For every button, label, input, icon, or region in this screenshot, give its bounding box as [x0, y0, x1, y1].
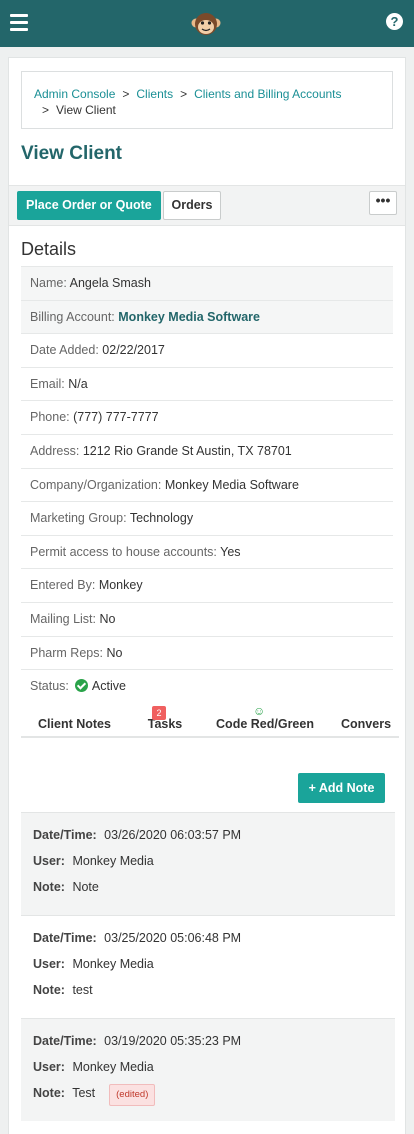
tab-tasks[interactable]: 2 Tasks	[142, 704, 188, 736]
detail-row-phone: Phone: (777) 777-7777	[21, 400, 393, 434]
detail-row-entered-by: Entered By: Monkey	[21, 568, 393, 602]
detail-row-date-added: Date Added: 02/22/2017	[21, 333, 393, 367]
tasks-count-badge: 2	[152, 706, 166, 720]
breadcrumb-clients-billing[interactable]: Clients and Billing Accounts	[194, 87, 341, 101]
notes-list: Date/Time: 03/26/2020 06:03:57 PM User: …	[21, 812, 395, 1121]
breadcrumb-separator-icon: >	[122, 87, 130, 101]
hamburger-menu-icon[interactable]	[10, 14, 28, 31]
note-item: Date/Time: 03/25/2020 05:06:48 PM User: …	[21, 915, 395, 1018]
detail-row-marketing-group: Marketing Group: Technology	[21, 501, 393, 535]
page-title: View Client	[21, 143, 123, 164]
more-options-icon[interactable]: •••	[369, 191, 397, 215]
monkey-logo-icon[interactable]	[191, 10, 221, 38]
details-heading: Details	[21, 239, 77, 259]
main-content: Admin Console > Clients > Clients and Billin…	[8, 57, 406, 1134]
breadcrumb-admin-console[interactable]: Admin Console	[34, 87, 115, 101]
note-item: Date/Time: 03/26/2020 06:03:57 PM User: …	[21, 812, 395, 915]
breadcrumb-separator-icon: >	[42, 103, 50, 117]
tab-client-notes[interactable]: Client Notes	[21, 704, 128, 736]
detail-row-mailing-list: Mailing List: No	[21, 601, 393, 636]
billing-account-link[interactable]: Monkey Media Software	[118, 310, 260, 324]
detail-row-pharm-reps: Pharm Reps: No	[21, 635, 393, 670]
breadcrumb-current: View Client	[56, 103, 116, 117]
details-list: Name: Angela Smash Billing Account: Monk…	[21, 266, 393, 703]
check-circle-icon	[74, 679, 88, 693]
detail-row-company: Company/Organization: Monkey Media Softw…	[21, 467, 393, 502]
top-navigation-bar: ?	[0, 0, 414, 47]
add-note-button[interactable]: + Add Note	[298, 773, 385, 803]
detail-row-address: Address: 1212 Rio Grande St Austin, TX 7…	[21, 433, 393, 468]
action-toolbar: Place Order or Quote Orders •••	[9, 185, 405, 226]
help-icon[interactable]: ?	[386, 13, 403, 30]
detail-row-name: Name: Angela Smash	[21, 266, 393, 300]
note-item: Date/Time: 03/19/2020 05:35:23 PM User: …	[21, 1018, 395, 1121]
breadcrumb-clients[interactable]: Clients	[136, 87, 173, 101]
orders-button[interactable]: Orders	[163, 191, 221, 220]
breadcrumb-separator-icon: >	[180, 87, 188, 101]
tab-conversations[interactable]: Convers	[341, 704, 399, 736]
detail-row-email: Email: N/a	[21, 366, 393, 401]
smiley-icon: ☺	[253, 704, 266, 718]
breadcrumb: Admin Console > Clients > Clients and Billin…	[21, 71, 393, 129]
notes-tabs: Client Notes 2 Tasks ☺ Code Red/Green Co…	[21, 704, 399, 738]
tab-code-red-green[interactable]: ☺ Code Red/Green	[213, 704, 317, 736]
edited-badge: (edited)	[109, 1084, 156, 1106]
detail-row-permit-access: Permit access to house accounts: Yes	[21, 534, 393, 569]
detail-row-billing-account: Billing Account: Monkey Media Software	[21, 299, 393, 334]
detail-row-status: Status: Active	[21, 669, 393, 703]
place-order-button[interactable]: Place Order or Quote	[17, 191, 161, 220]
